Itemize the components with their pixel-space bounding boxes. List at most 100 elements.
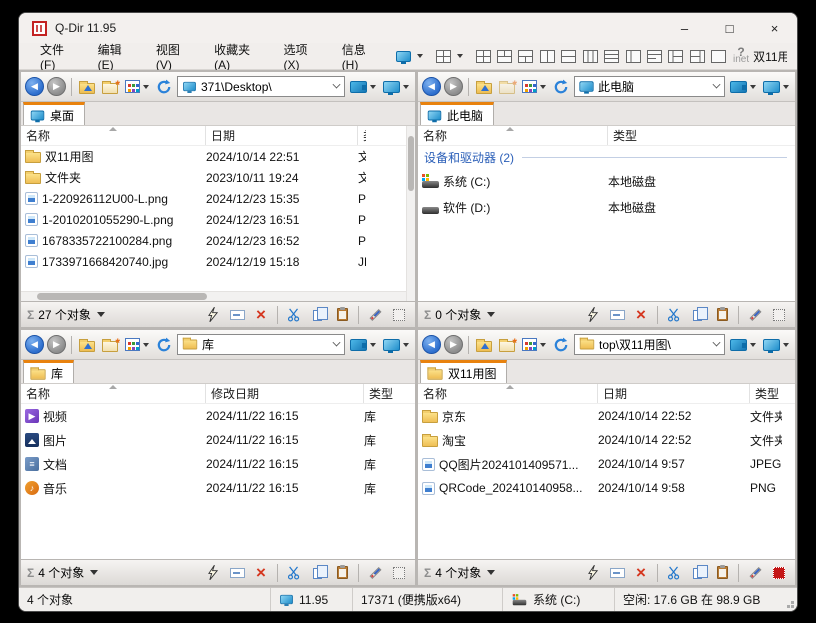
layout-3-columns-button[interactable] bbox=[580, 47, 600, 66]
resize-grip[interactable] bbox=[783, 588, 797, 611]
quick-actions-button[interactable] bbox=[583, 305, 603, 325]
refresh-button[interactable] bbox=[154, 334, 174, 356]
delete-button[interactable]: × bbox=[631, 305, 651, 325]
views-button[interactable] bbox=[123, 76, 151, 98]
layout-2-columns-button[interactable] bbox=[623, 47, 643, 66]
pane-view-button-1[interactable] bbox=[348, 76, 378, 98]
file-row[interactable]: 1-2010201055290-L.png 2024/12/23 16:51 P… bbox=[21, 209, 406, 230]
file-row[interactable]: QQ图片2024101409571... 2024/10/14 9:57 JPE… bbox=[418, 452, 795, 476]
refresh-button[interactable] bbox=[154, 76, 174, 98]
cut-button[interactable] bbox=[284, 563, 304, 583]
maximize-button[interactable]: □ bbox=[707, 13, 752, 43]
file-row[interactable]: 1678335722100284.png 2024/12/23 16:52 PN… bbox=[21, 230, 406, 251]
count-dropdown-icon[interactable] bbox=[97, 312, 105, 317]
paste-button[interactable] bbox=[712, 563, 732, 583]
column-date[interactable]: 日期 bbox=[206, 126, 358, 145]
address-combo[interactable]: 库 bbox=[177, 334, 345, 355]
folder-up-button[interactable] bbox=[474, 334, 494, 356]
back-button[interactable]: ◀ bbox=[25, 335, 44, 354]
cut-button[interactable] bbox=[664, 305, 684, 325]
drive-row[interactable]: 软件 (D:) 本地磁盘 bbox=[418, 194, 795, 220]
layout-quad-button[interactable] bbox=[433, 47, 453, 66]
favorite-shortcut[interactable]: 双11用 bbox=[753, 48, 787, 65]
library-row[interactable]: ▶视频 2024/11/22 16:15 库 bbox=[21, 404, 415, 428]
tab-this-pc[interactable]: 此电脑 bbox=[420, 102, 494, 125]
delete-button[interactable]: × bbox=[251, 305, 271, 325]
menu-favorites[interactable]: 收藏夹 (A) bbox=[206, 38, 273, 75]
copy-button[interactable] bbox=[308, 305, 328, 325]
folder-up-button[interactable] bbox=[474, 76, 494, 98]
back-button[interactable]: ◀ bbox=[422, 77, 441, 96]
column-type[interactable]: 类型 bbox=[608, 126, 795, 145]
forward-button[interactable]: ▶ bbox=[47, 77, 66, 96]
library-row[interactable]: ♪音乐 2024/11/22 16:15 库 bbox=[21, 476, 415, 500]
file-row[interactable]: 文件夹 2023/10/11 19:24 文件夹 bbox=[21, 167, 406, 188]
address-combo[interactable]: 371\Desktop\ bbox=[177, 76, 345, 97]
count-dropdown-icon[interactable] bbox=[487, 312, 495, 317]
desktop-switch-button[interactable] bbox=[394, 47, 414, 66]
horizontal-scrollbar[interactable] bbox=[21, 291, 406, 301]
close-button[interactable]: × bbox=[752, 13, 797, 43]
rename-button[interactable] bbox=[607, 563, 627, 583]
layout-rows-button[interactable] bbox=[601, 47, 621, 66]
address-combo[interactable]: top\双11用图\ bbox=[574, 334, 725, 355]
pane-view-button-1[interactable] bbox=[348, 334, 378, 356]
count-dropdown-icon[interactable] bbox=[487, 570, 495, 575]
pane-view-button-2[interactable] bbox=[381, 76, 411, 98]
selection-button[interactable] bbox=[769, 563, 789, 583]
address-combo[interactable]: 此电脑 bbox=[574, 76, 725, 97]
quick-actions-button[interactable] bbox=[203, 305, 223, 325]
menu-options[interactable]: 选项 (X) bbox=[275, 38, 331, 75]
scrollbar-thumb[interactable] bbox=[408, 136, 414, 191]
forward-button[interactable]: ▶ bbox=[47, 335, 66, 354]
scrollbar-thumb[interactable] bbox=[37, 293, 207, 300]
paste-button[interactable] bbox=[712, 305, 732, 325]
menu-file[interactable]: 文件 (F) bbox=[32, 38, 88, 75]
layout-single-button[interactable] bbox=[709, 47, 729, 66]
menu-view[interactable]: 视图 (V) bbox=[148, 38, 204, 75]
layout-2-vertical-button[interactable] bbox=[537, 47, 557, 66]
edit-button[interactable] bbox=[365, 305, 385, 325]
views-button[interactable] bbox=[123, 334, 151, 356]
edit-button[interactable] bbox=[365, 563, 385, 583]
group-header[interactable]: 设备和驱动器 (2) bbox=[418, 146, 795, 168]
column-type[interactable]: 类型 bbox=[364, 384, 415, 403]
new-folder-button[interactable] bbox=[497, 334, 517, 356]
tab-shuang11[interactable]: 双11用图 bbox=[420, 360, 507, 383]
column-date[interactable]: 日期 bbox=[598, 384, 750, 403]
quick-actions-button[interactable] bbox=[203, 563, 223, 583]
file-row[interactable]: 双11用图 2024/10/14 22:51 文件夹 bbox=[21, 146, 406, 167]
pane-view-button-2[interactable] bbox=[761, 334, 791, 356]
layout-quad2-button[interactable] bbox=[473, 47, 493, 66]
minimize-button[interactable]: – bbox=[662, 13, 707, 43]
pane-view-button-1[interactable] bbox=[728, 334, 758, 356]
cut-button[interactable] bbox=[284, 305, 304, 325]
file-row[interactable]: 淘宝 2024/10/14 22:52 文件夹 bbox=[418, 428, 795, 452]
layout-dropdown[interactable] bbox=[457, 54, 463, 58]
file-row[interactable]: 1-220926112U00-L.png 2024/12/23 15:35 PN… bbox=[21, 188, 406, 209]
selection-button[interactable] bbox=[389, 305, 409, 325]
drive-row[interactable]: 系统 (C:) 本地磁盘 bbox=[418, 168, 795, 194]
folder-up-button[interactable] bbox=[77, 334, 97, 356]
selection-button[interactable] bbox=[769, 305, 789, 325]
back-button[interactable]: ◀ bbox=[25, 77, 44, 96]
forward-button[interactable]: ▶ bbox=[444, 77, 463, 96]
rename-button[interactable] bbox=[607, 305, 627, 325]
file-row[interactable]: 1733971668420740.jpg 2024/12/19 15:18 JP… bbox=[21, 251, 406, 272]
edit-button[interactable] bbox=[745, 305, 765, 325]
desktop-switch-dropdown[interactable] bbox=[417, 54, 423, 58]
inet-help-button[interactable]: ?inet bbox=[733, 48, 749, 64]
pane-view-button-1[interactable] bbox=[728, 76, 758, 98]
pane-view-button-2[interactable] bbox=[761, 76, 791, 98]
delete-button[interactable]: × bbox=[251, 563, 271, 583]
count-dropdown-icon[interactable] bbox=[90, 570, 98, 575]
views-button[interactable] bbox=[520, 76, 548, 98]
layout-3-top-split-button[interactable] bbox=[494, 47, 514, 66]
forward-button[interactable]: ▶ bbox=[444, 335, 463, 354]
new-folder-button[interactable] bbox=[100, 76, 120, 98]
library-row[interactable]: 图片 2024/11/22 16:15 库 bbox=[21, 428, 415, 452]
copy-button[interactable] bbox=[308, 563, 328, 583]
layout-2-horizontal-button[interactable] bbox=[559, 47, 579, 66]
tab-libraries[interactable]: 库 bbox=[23, 360, 74, 383]
library-row[interactable]: ≡文档 2024/11/22 16:15 库 bbox=[21, 452, 415, 476]
